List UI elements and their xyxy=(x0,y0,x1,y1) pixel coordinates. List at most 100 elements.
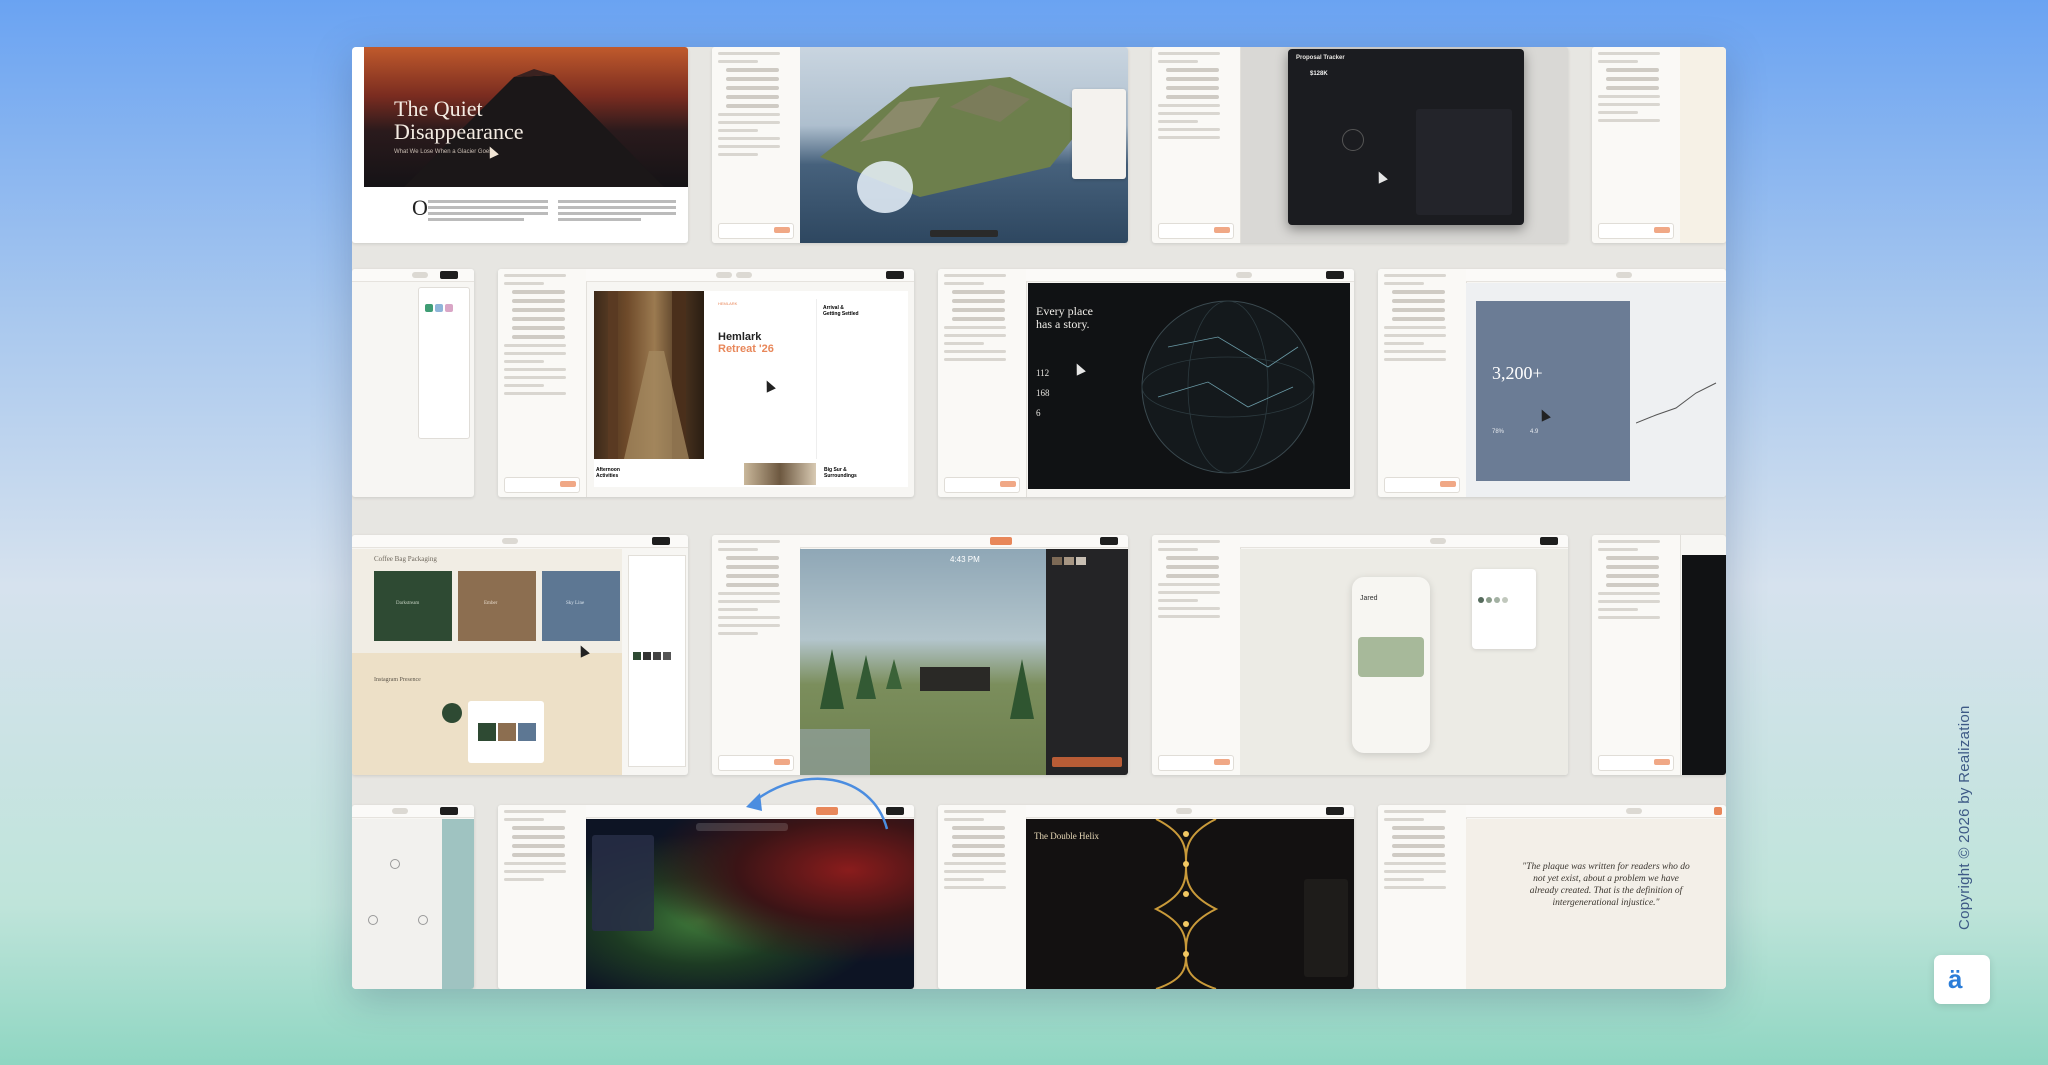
chat-input[interactable] xyxy=(1158,755,1234,771)
quote-page: "The plaque was written for readers who … xyxy=(1466,819,1726,989)
top-bar xyxy=(1026,269,1354,282)
panel-terrain[interactable] xyxy=(712,47,1128,243)
helix-canvas[interactable]: The Double Helix xyxy=(1026,819,1354,989)
stat-page: 3,200+ 78% 4.9 xyxy=(1466,283,1726,497)
forest-photo xyxy=(594,291,704,459)
chat-input[interactable] xyxy=(1384,477,1460,493)
annotation-arrow xyxy=(746,777,889,830)
panel-brand-book[interactable]: Coffee Bag Packaging Darkstream Ember Sk… xyxy=(352,535,688,775)
brand-avatar xyxy=(442,703,462,723)
chat-sidebar xyxy=(712,47,801,243)
tracker-title: Proposal Tracker xyxy=(1296,55,1345,61)
chat-input[interactable] xyxy=(718,223,794,239)
chat-sidebar xyxy=(938,269,1027,497)
forest-canvas[interactable]: 4:43 PM xyxy=(800,549,1046,775)
top-bar xyxy=(586,269,914,282)
drop-cap: O xyxy=(412,195,428,220)
top-bar xyxy=(1026,805,1354,818)
globe-stats: 112 168 6 xyxy=(1036,368,1050,418)
retreat-title: Hemlark Retreat '26 xyxy=(718,331,774,355)
chat-sidebar xyxy=(1378,269,1467,497)
phone-mockup: Jared xyxy=(1352,577,1430,753)
panel-globe-story[interactable]: Every place has a story. 112 168 6 xyxy=(938,269,1354,497)
gallery-board: The Quiet Disappearance What We Lose Whe… xyxy=(352,47,1726,989)
chat-sidebar xyxy=(712,535,801,775)
panel-partial-right-1[interactable] xyxy=(1592,47,1726,243)
retreat-page: HEMLARK Hemlark Retreat '26 Arrival & Ge… xyxy=(594,291,908,487)
globe-page: Every place has a story. 112 168 6 xyxy=(1028,283,1350,489)
panel-forest-scene[interactable]: 4:43 PM xyxy=(712,535,1128,775)
radial-menu[interactable] xyxy=(352,819,442,989)
stat-card: 3,200+ 78% 4.9 xyxy=(1476,301,1630,481)
article-body-left xyxy=(428,197,548,224)
chat-sidebar xyxy=(1152,47,1241,243)
top-bar xyxy=(800,535,1128,548)
logo-icon: ä xyxy=(1948,964,1963,994)
terrain-canvas[interactable] xyxy=(800,47,1128,243)
agenda-column: Arrival & Getting Settled xyxy=(816,299,907,459)
chat-sidebar xyxy=(1152,535,1241,775)
top-bar xyxy=(352,805,474,818)
scene-controls[interactable] xyxy=(1046,549,1128,775)
controls-panel[interactable] xyxy=(1072,89,1126,179)
panel-quote[interactable]: "The plaque was written for readers who … xyxy=(1378,805,1726,989)
swatch-ember: Ember xyxy=(458,571,536,641)
copyright-text: Copyright © 2026 by Realization xyxy=(1956,705,1973,930)
hero-image: The Quiet Disappearance What We Lose Whe… xyxy=(364,47,688,187)
chat-sidebar xyxy=(1592,47,1681,243)
top-bar xyxy=(352,269,474,282)
aurora-controls[interactable] xyxy=(592,835,654,931)
panel-partial-right-3[interactable] xyxy=(1592,535,1726,775)
settings-panel[interactable] xyxy=(418,287,470,439)
panel-proposal-tracker[interactable]: Proposal Tracker $128K xyxy=(1152,47,1568,243)
chat-input[interactable] xyxy=(1598,755,1674,771)
footer-left: Afternoon Activities xyxy=(596,467,620,479)
top-bar xyxy=(1466,805,1726,818)
tracker-amount: $128K xyxy=(1310,71,1328,77)
preview-area xyxy=(1680,47,1726,243)
bottom-toolbar[interactable] xyxy=(930,230,998,237)
globe-graphic xyxy=(1141,300,1315,474)
panel-partial-left-4[interactable] xyxy=(352,805,474,989)
retreat-eyebrow: HEMLARK xyxy=(718,301,738,306)
chat-sidebar xyxy=(498,805,587,989)
swatch-sky-line: Sky Line xyxy=(542,571,620,641)
helix-title: The Double Helix xyxy=(1034,831,1099,841)
aurora-canvas[interactable] xyxy=(586,819,914,989)
phone-user: Jared xyxy=(1360,595,1378,602)
theme-panel[interactable] xyxy=(1472,569,1536,649)
panel-partial-left-2[interactable] xyxy=(352,269,474,497)
panel-phone-app[interactable]: Jared xyxy=(1152,535,1568,775)
dark-preview xyxy=(1682,555,1726,775)
instagram-card xyxy=(468,701,544,763)
chat-input[interactable] xyxy=(1598,223,1674,239)
lower-section: Instagram Presence xyxy=(352,653,622,775)
panel-stat-chart[interactable]: 3,200+ 78% 4.9 xyxy=(1378,269,1726,497)
panel-quiet-disappearance[interactable]: The Quiet Disappearance What We Lose Whe… xyxy=(352,47,688,243)
footer-right: Big Sur & Surroundings xyxy=(824,467,857,479)
chat-sidebar xyxy=(498,269,587,497)
chat-input[interactable] xyxy=(944,477,1020,493)
tracker-circle xyxy=(1342,129,1364,151)
top-bar xyxy=(352,535,688,548)
chat-sidebar xyxy=(938,805,1027,989)
inspector-panel[interactable] xyxy=(628,555,686,767)
quote-text: "The plaque was written for readers who … xyxy=(1522,862,1690,908)
brand-heading: Coffee Bag Packaging xyxy=(374,555,437,563)
chat-input[interactable] xyxy=(1158,223,1234,239)
chat-sidebar xyxy=(1378,805,1467,989)
trend-line xyxy=(1636,382,1717,424)
helix-graphic xyxy=(1153,819,1219,989)
article-subtitle: What We Lose When a Glacier Goes xyxy=(394,149,493,155)
stat-small-1: 78% xyxy=(1492,429,1505,435)
panel-hemlark-retreat[interactable]: HEMLARK Hemlark Retreat '26 Arrival & Ge… xyxy=(498,269,914,497)
panel-double-helix[interactable]: The Double Helix xyxy=(938,805,1354,989)
chat-input[interactable] xyxy=(504,477,580,493)
tracker-window[interactable]: Proposal Tracker $128K xyxy=(1288,49,1524,225)
stat-big: 3,200+ xyxy=(1492,363,1543,383)
helix-controls[interactable] xyxy=(1304,879,1348,977)
brand-page: Coffee Bag Packaging Darkstream Ember Sk… xyxy=(352,549,622,775)
top-bar xyxy=(1240,535,1568,548)
phone-stage: Jared xyxy=(1240,549,1568,775)
brand-logo[interactable]: ä xyxy=(1934,955,1990,1004)
